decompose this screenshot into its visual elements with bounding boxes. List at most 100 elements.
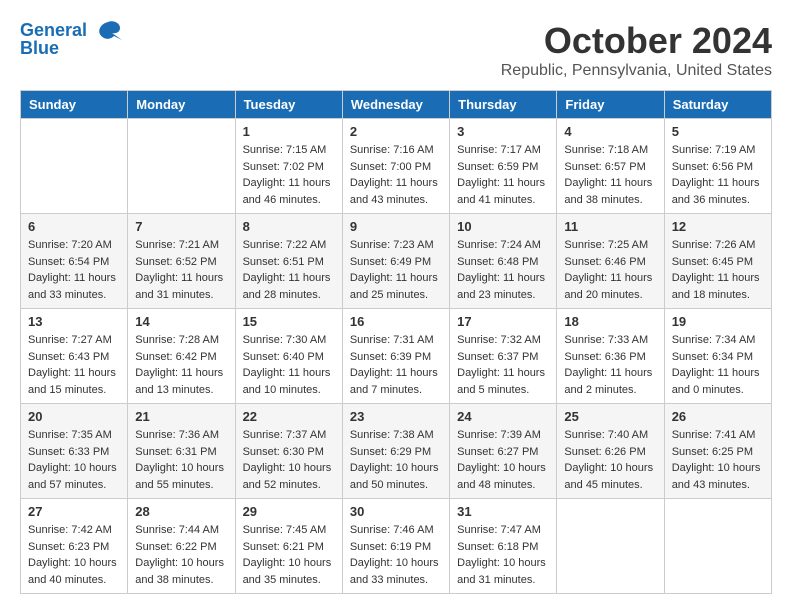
day-number: 16 <box>350 314 442 329</box>
day-info: Sunrise: 7:25 AMSunset: 6:46 PMDaylight:… <box>564 237 656 303</box>
calendar-day-cell: 4 Sunrise: 7:18 AMSunset: 6:57 PMDaylight… <box>557 119 664 214</box>
sunset-text: Sunset: 6:52 PM <box>135 254 227 271</box>
sunrise-text: Sunrise: 7:38 AM <box>350 427 442 444</box>
sunset-text: Sunset: 6:49 PM <box>350 254 442 271</box>
daylight-text: Daylight: 10 hours and 45 minutes. <box>564 460 656 493</box>
sunset-text: Sunset: 6:33 PM <box>28 444 120 461</box>
day-number: 1 <box>243 124 335 139</box>
daylight-text: Daylight: 11 hours and 46 minutes. <box>243 175 335 208</box>
day-number: 6 <box>28 219 120 234</box>
day-info: Sunrise: 7:28 AMSunset: 6:42 PMDaylight:… <box>135 332 227 398</box>
calendar-week-row: 27Sunrise: 7:42 AMSunset: 6:23 PMDayligh… <box>21 499 772 594</box>
sunrise-text: Sunrise: 7:47 AM <box>457 522 549 539</box>
logo: General Blue <box>20 20 122 59</box>
day-info: Sunrise: 7:17 AMSunset: 6:59 PMDaylight:… <box>457 142 549 208</box>
calendar-day-cell <box>21 119 128 214</box>
day-info: Sunrise: 7:21 AMSunset: 6:52 PMDaylight:… <box>135 237 227 303</box>
sunrise-text: Sunrise: 7:44 AM <box>135 522 227 539</box>
sunrise-text: Sunrise: 7:24 AM <box>457 237 549 254</box>
sunrise-text: Sunrise: 7:33 AM <box>564 332 656 349</box>
day-info: Sunrise: 7:24 AMSunset: 6:48 PMDaylight:… <box>457 237 549 303</box>
day-number: 4 <box>564 124 656 139</box>
sunrise-text: Sunrise: 7:26 AM <box>672 237 764 254</box>
calendar-day-cell: 14Sunrise: 7:28 AMSunset: 6:42 PMDayligh… <box>128 309 235 404</box>
day-info: Sunrise: 7:39 AMSunset: 6:27 PMDaylight:… <box>457 427 549 493</box>
sunrise-text: Sunrise: 7:25 AM <box>564 237 656 254</box>
daylight-text: Daylight: 11 hours and 41 minutes. <box>457 175 549 208</box>
sunrise-text: Sunrise: 7:17 AM <box>457 142 549 159</box>
day-number: 12 <box>672 219 764 234</box>
day-number: 2 <box>350 124 442 139</box>
calendar-day-cell: 16Sunrise: 7:31 AMSunset: 6:39 PMDayligh… <box>342 309 449 404</box>
sunset-text: Sunset: 6:27 PM <box>457 444 549 461</box>
sunset-text: Sunset: 7:00 PM <box>350 159 442 176</box>
day-info: Sunrise: 7:27 AMSunset: 6:43 PMDaylight:… <box>28 332 120 398</box>
daylight-text: Daylight: 10 hours and 33 minutes. <box>350 555 442 588</box>
sunrise-text: Sunrise: 7:40 AM <box>564 427 656 444</box>
calendar-week-row: 13 Sunrise: 7:27 AMSunset: 6:43 PMDayligh… <box>21 309 772 404</box>
calendar-day-cell: 10Sunrise: 7:24 AMSunset: 6:48 PMDayligh… <box>450 214 557 309</box>
day-number: 5 <box>672 124 764 139</box>
day-info: Sunrise: 7:35 AMSunset: 6:33 PMDaylight:… <box>28 427 120 493</box>
day-info: Sunrise: 7:34 AMSunset: 6:34 PMDaylight:… <box>672 332 764 398</box>
sunset-text: Sunset: 6:54 PM <box>28 254 120 271</box>
calendar-day-cell: 3 Sunrise: 7:17 AMSunset: 6:59 PMDaylight… <box>450 119 557 214</box>
day-info: Sunrise: 7:44 AMSunset: 6:22 PMDaylight:… <box>135 522 227 588</box>
calendar-week-row: 1Sunrise: 7:15 AMSunset: 7:02 PMDaylight… <box>21 119 772 214</box>
day-number: 31 <box>457 504 549 519</box>
day-info: Sunrise: 7:22 AMSunset: 6:51 PMDaylight:… <box>243 237 335 303</box>
calendar-day-cell: 15Sunrise: 7:30 AMSunset: 6:40 PMDayligh… <box>235 309 342 404</box>
day-info: Sunrise: 7:47 AMSunset: 6:18 PMDaylight:… <box>457 522 549 588</box>
sunset-text: Sunset: 6:40 PM <box>243 349 335 366</box>
calendar-header-row: SundayMondayTuesdayWednesdayThursdayFrid… <box>21 91 772 119</box>
calendar-day-cell: 28 Sunrise: 7:44 AMSunset: 6:22 PMDayligh… <box>128 499 235 594</box>
calendar-table: SundayMondayTuesdayWednesdayThursdayFrid… <box>20 90 772 594</box>
sunrise-text: Sunrise: 7:30 AM <box>243 332 335 349</box>
daylight-text: Daylight: 10 hours and 38 minutes. <box>135 555 227 588</box>
daylight-text: Daylight: 11 hours and 31 minutes. <box>135 270 227 303</box>
daylight-text: Daylight: 10 hours and 52 minutes. <box>243 460 335 493</box>
sunset-text: Sunset: 6:51 PM <box>243 254 335 271</box>
day-info: Sunrise: 7:37 AMSunset: 6:30 PMDaylight:… <box>243 427 335 493</box>
sunset-text: Sunset: 6:25 PM <box>672 444 764 461</box>
daylight-text: Daylight: 11 hours and 33 minutes. <box>28 270 120 303</box>
daylight-text: Daylight: 10 hours and 48 minutes. <box>457 460 549 493</box>
sunset-text: Sunset: 6:48 PM <box>457 254 549 271</box>
calendar-day-cell: 31 Sunrise: 7:47 AMSunset: 6:18 PMDayligh… <box>450 499 557 594</box>
sunset-text: Sunset: 6:43 PM <box>28 349 120 366</box>
daylight-text: Daylight: 11 hours and 2 minutes. <box>564 365 656 398</box>
day-number: 29 <box>243 504 335 519</box>
calendar-day-cell: 9Sunrise: 7:23 AMSunset: 6:49 PMDaylight… <box>342 214 449 309</box>
daylight-text: Daylight: 11 hours and 0 minutes. <box>672 365 764 398</box>
day-number: 3 <box>457 124 549 139</box>
daylight-text: Daylight: 11 hours and 28 minutes. <box>243 270 335 303</box>
sunrise-text: Sunrise: 7:22 AM <box>243 237 335 254</box>
sunrise-text: Sunrise: 7:21 AM <box>135 237 227 254</box>
calendar-day-cell: 1Sunrise: 7:15 AMSunset: 7:02 PMDaylight… <box>235 119 342 214</box>
day-number: 13 <box>28 314 120 329</box>
sunrise-text: Sunrise: 7:35 AM <box>28 427 120 444</box>
daylight-text: Daylight: 10 hours and 57 minutes. <box>28 460 120 493</box>
sunset-text: Sunset: 6:34 PM <box>672 349 764 366</box>
calendar-day-cell: 21 Sunrise: 7:36 AMSunset: 6:31 PMDayligh… <box>128 404 235 499</box>
calendar-day-cell: 24Sunrise: 7:39 AMSunset: 6:27 PMDayligh… <box>450 404 557 499</box>
weekday-header: Sunday <box>21 91 128 119</box>
day-info: Sunrise: 7:20 AMSunset: 6:54 PMDaylight:… <box>28 237 120 303</box>
day-info: Sunrise: 7:18 AMSunset: 6:57 PMDaylight:… <box>564 142 656 208</box>
day-info: Sunrise: 7:32 AMSunset: 6:37 PMDaylight:… <box>457 332 549 398</box>
sunrise-text: Sunrise: 7:31 AM <box>350 332 442 349</box>
day-number: 27 <box>28 504 120 519</box>
day-number: 28 <box>135 504 227 519</box>
sunrise-text: Sunrise: 7:23 AM <box>350 237 442 254</box>
day-info: Sunrise: 7:36 AMSunset: 6:31 PMDaylight:… <box>135 427 227 493</box>
daylight-text: Daylight: 10 hours and 35 minutes. <box>243 555 335 588</box>
sunrise-text: Sunrise: 7:15 AM <box>243 142 335 159</box>
day-number: 17 <box>457 314 549 329</box>
weekday-header: Thursday <box>450 91 557 119</box>
daylight-text: Daylight: 11 hours and 5 minutes. <box>457 365 549 398</box>
calendar-day-cell: 20Sunrise: 7:35 AMSunset: 6:33 PMDayligh… <box>21 404 128 499</box>
day-number: 21 <box>135 409 227 424</box>
daylight-text: Daylight: 11 hours and 43 minutes. <box>350 175 442 208</box>
page-header: General Blue October 2024 Republic, Penn… <box>20 20 772 80</box>
daylight-text: Daylight: 10 hours and 40 minutes. <box>28 555 120 588</box>
